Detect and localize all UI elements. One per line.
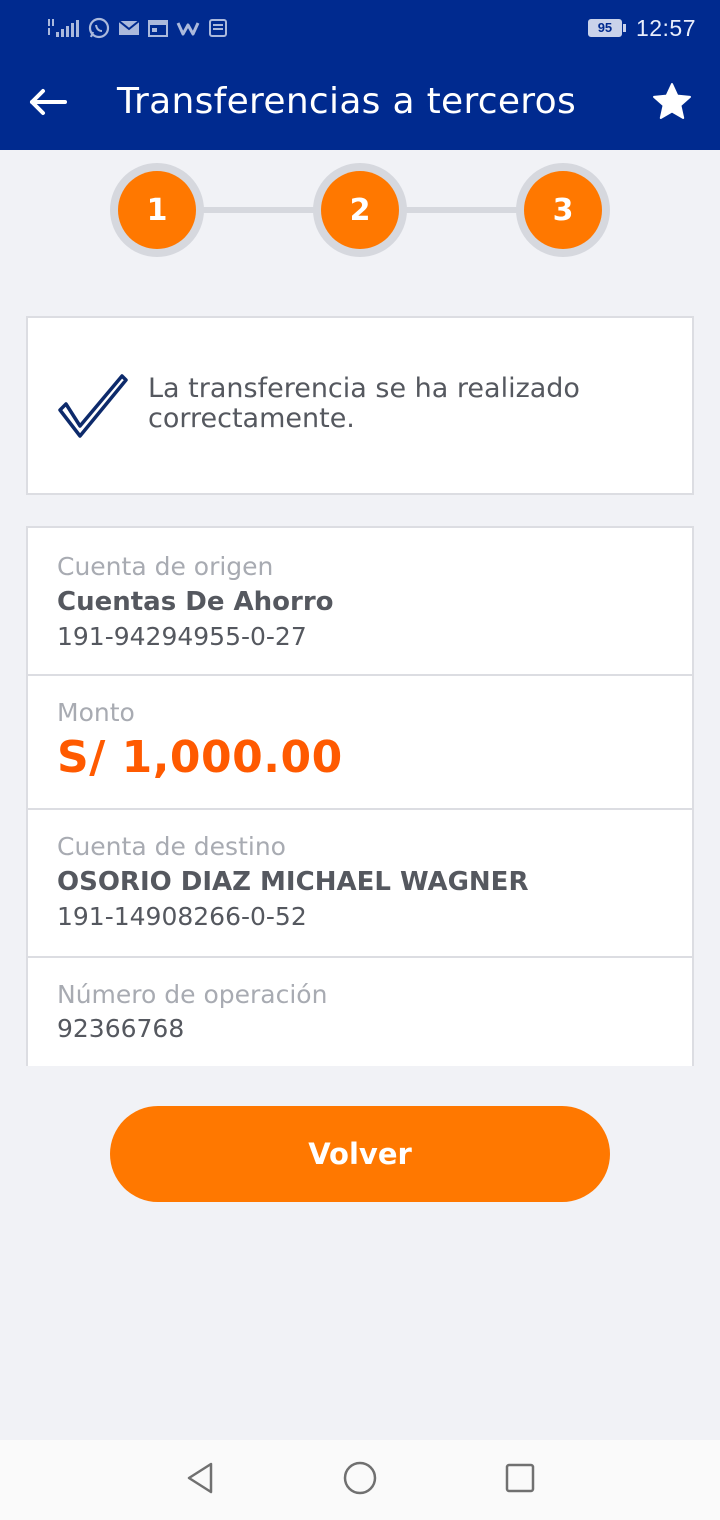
status-right: 95 12:57 [587,14,696,42]
success-message: La transferencia se ha realizado correct… [148,373,580,434]
back-button[interactable] [22,78,74,130]
calendar-icon [148,18,168,38]
nav-back-button[interactable] [180,1460,220,1500]
back-to-start-button[interactable]: Volver [110,1106,610,1202]
progress-stepper: 1 2 3 [110,163,610,257]
origin-account-number: 191-94294955-0-27 [57,622,307,651]
amount-value: S/ 1,000.00 [57,732,343,783]
origin-account-name: Cuentas De Ahorro [57,587,334,617]
checkmark-icon [56,370,130,446]
arrow-left-icon [28,87,68,121]
favorite-button[interactable] [646,78,698,130]
whatsapp-icon [88,17,110,39]
step-connector [200,207,320,213]
step-number: 2 [321,171,399,249]
origin-label: Cuenta de origen [57,552,274,581]
step-number: 3 [524,171,602,249]
w-app-icon [176,19,200,37]
status-bar: 95 12:57 [0,0,720,56]
destination-account-number: 191-14908266-0-52 [57,902,307,931]
clock: 12:57 [635,14,696,41]
operation-label: Número de operación [57,980,328,1009]
top-bar: 95 12:57 Transferencias a terceros [0,0,720,150]
step-1: 1 [110,163,204,257]
notes-icon [208,18,228,38]
operation-number: 92366768 [57,1014,185,1043]
transfer-details: Cuenta de origen Cuentas De Ahorro 191-9… [26,526,694,1066]
star-icon [651,82,693,126]
destination-account-row: Cuenta de destino OSORIO DIAZ MICHAEL WA… [28,810,692,958]
signal-icon [46,17,80,39]
app-bar: Transferencias a terceros [0,56,720,150]
system-nav-bar [0,1440,720,1520]
operation-number-row: Número de operación 92366768 [28,958,692,1066]
success-card: La transferencia se ha realizado correct… [26,316,694,495]
page-title: Transferencias a terceros [117,81,576,122]
battery-icon: 95 [587,19,626,37]
status-icons [46,17,228,39]
nav-home-button[interactable] [340,1460,380,1500]
step-3: 3 [516,163,610,257]
step-connector [402,207,522,213]
triangle-back-icon [183,1460,217,1500]
step-number: 1 [118,171,196,249]
amount-row: Monto S/ 1,000.00 [28,676,692,810]
circle-home-icon [342,1460,378,1500]
destination-account-name: OSORIO DIAZ MICHAEL WAGNER [57,867,529,897]
destination-label: Cuenta de destino [57,832,286,861]
mail-icon [118,19,140,37]
origin-account-row: Cuenta de origen Cuentas De Ahorro 191-9… [28,528,692,676]
amount-label: Monto [57,698,135,727]
battery-level: 95 [587,19,622,37]
square-recents-icon [503,1461,537,1499]
step-2: 2 [313,163,407,257]
nav-recents-button[interactable] [500,1460,540,1500]
